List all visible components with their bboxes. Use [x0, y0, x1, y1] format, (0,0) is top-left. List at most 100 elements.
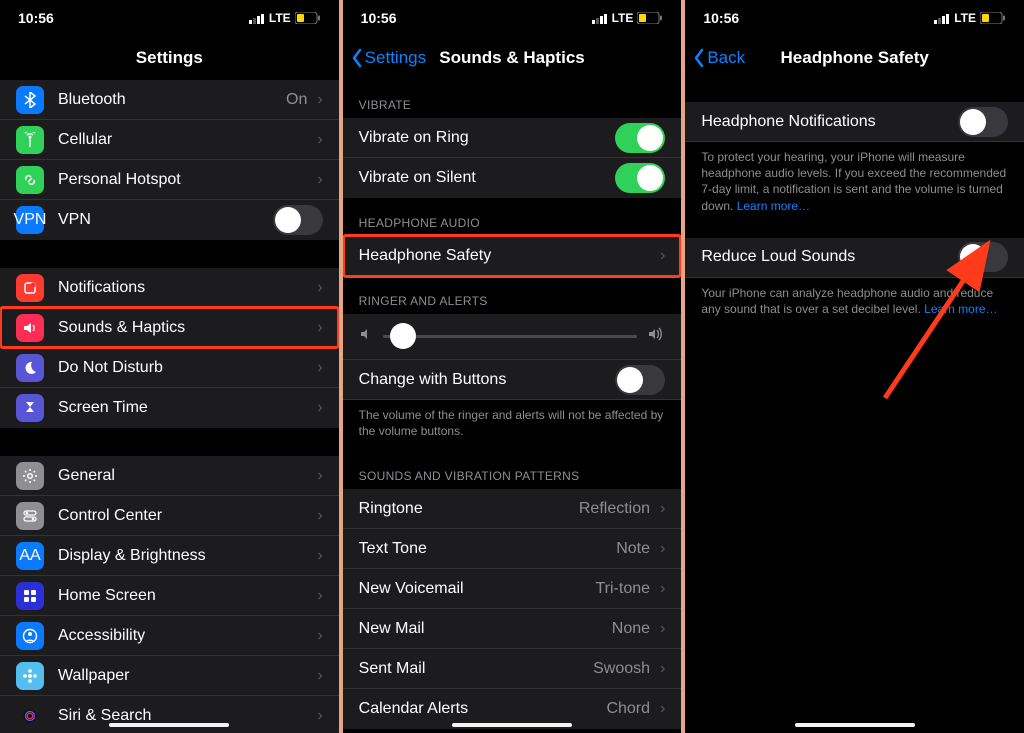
settings-row[interactable]: Personal Hotspot›	[0, 160, 339, 200]
chevron-right-icon: ›	[317, 507, 322, 525]
row-label: Text Tone	[359, 540, 617, 558]
reduce-loud-sounds-toggle[interactable]	[958, 242, 1008, 272]
moon-icon	[16, 354, 44, 382]
chevron-right-icon: ›	[317, 399, 322, 417]
chevron-right-icon: ›	[317, 171, 322, 189]
row-label: New Mail	[359, 620, 612, 638]
learn-more-link[interactable]: Learn more…	[924, 302, 997, 316]
speaker-icon	[16, 314, 44, 342]
signal-icon	[934, 13, 950, 24]
network-label: LTE	[269, 11, 291, 25]
slider-thumb[interactable]	[390, 323, 416, 349]
settings-row[interactable]: VPNVPN	[0, 200, 339, 240]
chevron-right-icon: ›	[317, 627, 322, 645]
chevron-right-icon: ›	[660, 660, 665, 678]
row-detail: Note	[616, 540, 650, 558]
toggle[interactable]	[615, 163, 665, 193]
change-with-buttons-row[interactable]: Change with Buttons	[343, 360, 682, 400]
headphone-notifications-row[interactable]: Headphone Notifications	[685, 102, 1024, 142]
home-indicator[interactable]	[795, 723, 915, 727]
battery-icon	[637, 12, 663, 24]
row-label: Change with Buttons	[359, 371, 616, 389]
volume-slider-row[interactable]	[343, 314, 682, 360]
row-label: Home Screen	[58, 587, 311, 605]
settings-row[interactable]: Sent MailSwoosh›	[343, 649, 682, 689]
row-label: Siri & Search	[58, 707, 311, 725]
back-button[interactable]: Back	[693, 48, 745, 68]
settings-row[interactable]: BluetoothOn›	[0, 80, 339, 120]
settings-screen: 10:56 LTE Settings BluetoothOn›Cellular›…	[0, 0, 339, 733]
group-header-ringer: RINGER AND ALERTS	[343, 276, 682, 314]
row-label: Cellular	[58, 131, 311, 149]
chevron-right-icon: ›	[317, 707, 322, 725]
back-label: Back	[707, 48, 745, 68]
row-label: Control Center	[58, 507, 311, 525]
page-title: Headphone Safety	[781, 48, 929, 68]
settings-row[interactable]: Text ToneNote›	[343, 529, 682, 569]
status-bar: 10:56 LTE	[0, 0, 339, 36]
toggle[interactable]	[273, 205, 323, 235]
settings-row[interactable]: Siri & Search ›	[0, 696, 339, 733]
back-button[interactable]: Settings	[351, 48, 426, 68]
reduce-loud-sounds-row[interactable]: Reduce Loud Sounds	[685, 238, 1024, 278]
home-indicator[interactable]	[109, 723, 229, 727]
toggle[interactable]	[615, 123, 665, 153]
chevron-left-icon	[351, 48, 363, 68]
nav-bar: Settings Sounds & Haptics	[343, 36, 682, 80]
chevron-right-icon: ›	[317, 131, 322, 149]
hourglass-icon	[16, 394, 44, 422]
settings-row[interactable]: Wallpaper›	[0, 656, 339, 696]
row-detail: On	[286, 91, 307, 109]
status-bar: 10:56 LTE	[343, 0, 682, 36]
chevron-right-icon: ›	[660, 500, 665, 518]
nav-bar: Back Headphone Safety	[685, 36, 1024, 80]
settings-row[interactable]: Vibrate on Silent	[343, 158, 682, 198]
vpn-icon: VPN	[16, 206, 44, 234]
signal-icon	[249, 13, 265, 24]
chevron-right-icon: ›	[317, 467, 322, 485]
settings-row[interactable]: Screen Time›	[0, 388, 339, 428]
settings-row[interactable]: Vibrate on Ring	[343, 118, 682, 158]
settings-row[interactable]: Notifications›	[0, 268, 339, 308]
group-header-sounds-patterns: SOUNDS AND VIBRATION PATTERNS	[343, 451, 682, 489]
row-label: Headphone Notifications	[701, 113, 958, 131]
row-label: Sent Mail	[359, 660, 593, 678]
settings-row[interactable]: Control Center ›	[0, 496, 339, 536]
status-bar: 10:56 LTE	[685, 0, 1024, 36]
change-buttons-footer: The volume of the ringer and alerts will…	[343, 400, 682, 451]
learn-more-link[interactable]: Learn more…	[737, 199, 810, 213]
chevron-right-icon: ›	[317, 91, 322, 109]
row-label: Wallpaper	[58, 667, 311, 685]
settings-row[interactable]: Do Not Disturb›	[0, 348, 339, 388]
bluetooth-icon	[16, 86, 44, 114]
gear-icon	[16, 462, 44, 490]
home-indicator[interactable]	[452, 723, 572, 727]
volume-slider[interactable]	[383, 335, 638, 338]
settings-row[interactable]: General›	[0, 456, 339, 496]
settings-row[interactable]: Sounds & Haptics›	[0, 308, 339, 348]
settings-row[interactable]: Headphone Safety›	[343, 236, 682, 276]
back-label: Settings	[365, 48, 426, 68]
clock: 10:56	[703, 10, 739, 26]
settings-row[interactable]: Accessibility›	[0, 616, 339, 656]
siri-icon	[16, 702, 44, 730]
row-label: Notifications	[58, 279, 311, 297]
battery-icon	[295, 12, 321, 24]
row-detail: Tri-tone	[595, 580, 650, 598]
settings-row[interactable]: Home Screen›	[0, 576, 339, 616]
settings-row[interactable]: New VoicemailTri-tone›	[343, 569, 682, 609]
page-title: Settings	[136, 48, 203, 68]
settings-row[interactable]: AADisplay & Brightness›	[0, 536, 339, 576]
headphone-notifications-toggle[interactable]	[958, 107, 1008, 137]
settings-row[interactable]: New MailNone›	[343, 609, 682, 649]
row-label: Sounds & Haptics	[58, 319, 311, 337]
row-label: Reduce Loud Sounds	[701, 248, 958, 266]
chevron-right-icon: ›	[317, 359, 322, 377]
change-with-buttons-toggle[interactable]	[615, 365, 665, 395]
flower-icon	[16, 662, 44, 690]
signal-icon	[592, 13, 608, 24]
chevron-right-icon: ›	[660, 620, 665, 638]
settings-row[interactable]: Cellular ›	[0, 120, 339, 160]
aa-icon: AA	[16, 542, 44, 570]
settings-row[interactable]: RingtoneReflection›	[343, 489, 682, 529]
